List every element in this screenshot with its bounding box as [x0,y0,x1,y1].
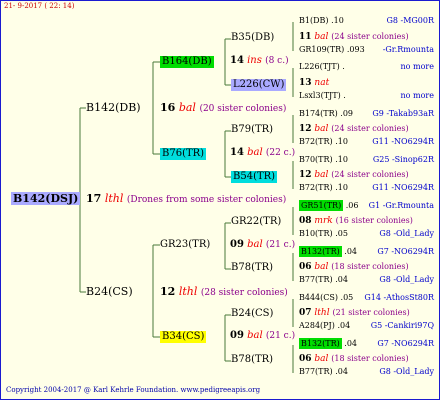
g4-origin: G8 -Old_Lady [379,275,434,284]
root-info: 17 lthl (Drones from some sister colonie… [86,193,286,205]
root-queen[interactable]: B142(DSJ) [11,192,81,205]
g2-queen[interactable]: GR23(TR) [160,240,210,250]
g4-row[interactable]: GR51(TR) .06 [299,200,358,211]
g3-queen[interactable]: L226(CW) [231,79,287,91]
g4-row[interactable]: B72(TR) .10 [299,184,348,192]
g2-queen[interactable]: B76(TR) [160,148,207,160]
g4-row[interactable]: B132(TR) .04 [299,338,357,349]
g4-row[interactable]: B174(TR) .09 [299,110,353,118]
root-num: 17 [86,192,102,205]
g3-queen[interactable]: B35(DB) [231,33,274,43]
g3-info: 07 lthl (21 sister colonies) [299,308,410,318]
g3-info: 06 bal (18 sister colonies) [299,354,409,364]
g4-origin: G1 -Gr.Rmounta [368,201,434,210]
g4-row[interactable]: B132(TR) .04 [299,246,357,257]
g3-info: 08 mrk (16 sister colonies) [299,216,413,226]
g4-row[interactable]: B10(TR) .05 [299,230,348,238]
copyright-footer: Copyright 2004-2017 @ Karl Kehrle Founda… [6,386,261,394]
g4-row[interactable]: B77(TR) .04 [299,368,348,376]
g3-queen[interactable]: GR22(TR) [231,217,281,227]
g4-origin: G8 -Old_Lady [379,367,434,376]
g4-origin: G8 -Old_Lady [379,229,434,238]
g3-info: 11 bal (24 sister colonies) [299,32,409,42]
g3-queen[interactable]: B54(TR) [231,171,278,183]
g4-row[interactable]: B444(CS) .05 [299,294,353,302]
g3-info: 12 bal (24 sister colonies) [299,124,409,134]
g2-info: 14 ins (8 c.) [230,55,289,66]
g4-row[interactable]: B1(DB) .10 [299,17,344,25]
date-header: 21- 9-2017 ( 22: 14) [4,2,75,10]
g1-queen[interactable]: B142(DB) [86,102,141,113]
g4-row[interactable]: L226(TJT) . [299,63,345,71]
g4-origin: G11 -NO6294R [372,137,434,146]
g3-queen[interactable]: B24(CS) [231,309,273,319]
g4-origin: G14 -AthosSt80R [364,293,434,302]
g2-queen[interactable]: B164(DB) [160,56,214,68]
g4-row[interactable]: B70(TR) .10 [299,156,348,164]
g4-row[interactable]: Lsxl3(TJT) . [299,92,346,100]
g3-queen[interactable]: B79(TR) [231,125,273,135]
g4-origin: G9 -Takab93aR [372,109,434,118]
g4-row[interactable]: A284(PJ) .04 [299,322,350,330]
g2-info: 09 bal (21 c.) [230,239,296,250]
g4-origin: G7 -NO6294R [377,339,434,348]
g4-row[interactable]: GR109(TR) .093 [299,46,365,54]
g2-queen[interactable]: B34(CS) [160,331,207,343]
g2-info: 14 bal (22 c.) [230,147,296,158]
root-note: (Drones from some sister colonies) [126,195,287,205]
g1-info: 16 bal (20 sister colonies) [160,101,287,114]
g3-info: 13 nat [299,78,330,88]
g3-info: 12 bal (24 sister colonies) [299,170,409,180]
g4-origin: G5 -Cankiri97Q [370,321,434,330]
g4-origin: no more [400,91,434,100]
g3-queen[interactable]: B78(TR) [231,355,273,365]
g4-origin: G7 -NO6294R [377,247,434,256]
g4-origin: -Gr.Rmounta [382,45,434,54]
g4-origin: G11 -NO6294R [372,183,434,192]
g1-info: 12 lthl (28 sister colonies) [160,285,288,298]
g4-origin: G8 -MG00R [386,16,434,25]
g4-origin: no more [400,62,434,71]
g2-info: 09 bal (21 c.) [230,330,296,341]
g3-info: 06 bal (18 sister colonies) [299,262,409,272]
g4-row[interactable]: B77(TR) .04 [299,276,348,284]
g3-queen[interactable]: B78(TR) [231,263,273,273]
g4-origin: G25 -Sinop62R [372,155,434,164]
g4-row[interactable]: B72(TR) .10 [299,138,348,146]
root-code: lthl [104,192,124,205]
g1-queen[interactable]: B24(CS) [86,286,133,297]
